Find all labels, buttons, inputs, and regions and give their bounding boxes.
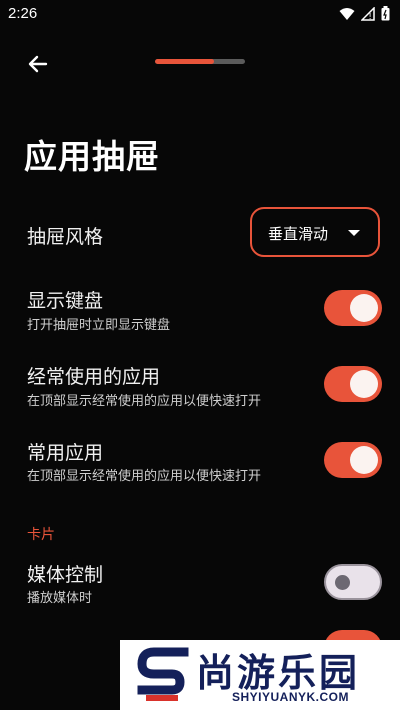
app-drawer-settings-screen: 2:26 ! 应用抽屉 抽屉风格 垂直滑动 显示键盘 打开抽屉时立即显示键盘 经… — [0, 0, 400, 710]
back-button[interactable] — [22, 48, 54, 80]
battery-icon — [381, 6, 390, 21]
media-control-toggle[interactable] — [324, 564, 382, 600]
watermark-text: 尚游乐园 — [196, 651, 361, 695]
cards-section-label: 卡片 — [27, 527, 55, 543]
status-icons: ! — [339, 6, 390, 21]
frequent-apps-toggle[interactable] — [324, 366, 382, 402]
toggle-knob — [350, 370, 378, 398]
status-bar: 2:26 ! — [0, 0, 400, 30]
drawer-style-dropdown[interactable]: 垂直滑动 — [250, 207, 380, 257]
setting-title: 媒体控制 — [27, 564, 104, 586]
status-time: 2:26 — [8, 5, 38, 22]
caret-down-icon — [348, 230, 360, 236]
page-title: 应用抽屉 — [24, 137, 160, 176]
arrow-left-icon — [28, 55, 48, 73]
setting-subtitle: 在顶部显示经常使用的应用以便快速打开 — [27, 394, 262, 409]
setting-subtitle: 播放媒体时 — [27, 591, 93, 606]
setting-title: 经常使用的应用 — [27, 366, 161, 388]
common-apps-toggle[interactable] — [324, 442, 382, 478]
setting-subtitle: 打开抽屉时立即显示键盘 — [27, 318, 171, 333]
watermark-banner: 尚游乐园 SHYIYUANYK.COM — [120, 640, 400, 710]
setting-title: 常用应用 — [27, 442, 104, 464]
setting-title: 显示键盘 — [27, 290, 104, 312]
progress-fill — [155, 59, 214, 64]
svg-text:!: ! — [369, 12, 372, 21]
page-progress-indicator — [155, 59, 245, 64]
watermark-url: SHYIYUANYK.COM — [232, 690, 350, 704]
wifi-icon — [339, 7, 355, 21]
toggle-knob — [350, 294, 378, 322]
signal-icon: ! — [361, 6, 375, 21]
setting-subtitle: 在顶部显示经常使用的应用以便快速打开 — [27, 469, 262, 484]
drawer-style-value: 垂直滑动 — [268, 225, 329, 243]
toggle-knob — [335, 575, 350, 590]
drawer-style-label: 抽屉风格 — [27, 226, 104, 248]
watermark-logo-icon — [137, 647, 189, 701]
show-keyboard-toggle[interactable] — [324, 290, 382, 326]
toggle-knob — [350, 446, 378, 474]
